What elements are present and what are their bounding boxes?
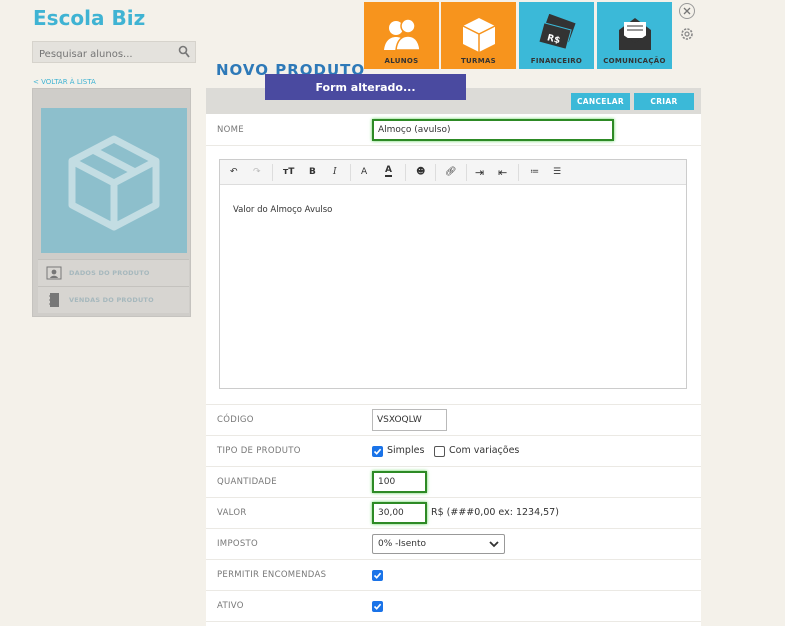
cancel-button[interactable]: CANCELAR [571,93,630,110]
divider [206,621,701,622]
separator [435,164,436,181]
font-size-icon[interactable]: ᴛT [283,165,294,179]
divider [206,559,701,560]
valor-input[interactable]: 30,00 [372,502,427,524]
create-button[interactable]: CRIAR [634,93,694,110]
search-icon[interactable] [178,45,190,59]
link-icon[interactable]: 🔗︎ [445,165,456,179]
encomendas-label: PERMITIR ENCOMENDAS [217,570,327,580]
gear-icon[interactable] [678,25,696,43]
undo-icon[interactable]: ↶ [230,165,238,179]
codigo-input[interactable]: VSXOQLW [372,409,447,431]
notebook-icon [49,293,59,307]
variacoes-checkbox[interactable] [434,446,445,457]
nav-financeiro-button[interactable]: R$ FINANCEIRO [519,2,594,69]
ativo-label: ATIVO [217,601,244,611]
search-box[interactable] [32,41,196,65]
money-icon: R$ [537,14,576,50]
sidebar-item-label: VENDAS DO PRODUTO [69,296,154,304]
indent-icon[interactable]: ⇥ [475,165,484,179]
nav-turmas-button[interactable]: TURMAS [441,2,516,69]
bold-icon[interactable]: B [309,165,316,179]
tipo-label: TIPO DE PRODUTO [217,446,301,456]
codigo-label: CÓDIGO [217,415,254,425]
simples-checkbox[interactable] [372,446,383,457]
search-input[interactable] [33,44,173,65]
sidebar-item-vendas-produto[interactable]: VENDAS DO PRODUTO [38,286,189,313]
editor-content[interactable]: Valor do Almoço Avulso [233,205,332,215]
description-editor[interactable]: ↶ ↷ ᴛT B I A A ☻ 🔗︎ ⇥ ⇤ ≔ ☰ Valor do Alm… [219,159,687,389]
bullet-list-icon[interactable]: ☰ [553,165,561,179]
box-icon [462,18,495,52]
editor-toolbar: ↶ ↷ ᴛT B I A A ☻ 🔗︎ ⇥ ⇤ ≔ ☰ [220,160,686,185]
id-card-icon [46,266,62,280]
imposto-label: IMPOSTO [217,539,259,549]
highlight-color-icon[interactable]: A [385,165,392,177]
chevron-down-icon [489,541,499,548]
divider [206,497,701,498]
divider [206,528,701,529]
quantidade-input[interactable]: 100 [372,471,427,493]
italic-icon[interactable]: I [333,165,337,179]
divider [206,435,701,436]
outdent-icon[interactable]: ⇤ [498,165,507,179]
sidebar-item-dados-produto[interactable]: DADOS DO PRODUTO [38,259,189,286]
nome-label: NOME [217,125,244,135]
divider [206,466,701,467]
nav-label: FINANCEIRO [530,57,583,65]
variacoes-label[interactable]: Com variações [449,445,519,456]
sidebar-item-label: DADOS DO PRODUTO [69,269,150,277]
valor-hint: R$ (###0,00 ex: 1234,57) [431,507,559,518]
product-image[interactable] [41,108,187,253]
imposto-selected-value: 0% -Isento [378,539,427,549]
encomendas-checkbox[interactable] [372,570,383,581]
ordered-list-icon[interactable]: ≔ [530,165,539,179]
back-to-list-link[interactable]: < VOLTAR À LISTA [33,78,96,86]
simples-label[interactable]: Simples [387,445,424,456]
nav-comunicacao-button[interactable]: COMUNICAÇÃO [597,2,672,69]
quantidade-label: QUANTIDADE [217,477,277,487]
text-color-icon[interactable]: A [361,165,367,179]
nav-label: TURMAS [460,57,497,65]
divider [206,145,701,146]
ativo-checkbox[interactable] [372,601,383,612]
box-icon [68,135,160,230]
imposto-select[interactable]: 0% -Isento [372,534,505,554]
toast-message: Form alterado... [265,74,466,100]
nav-label: ALUNOS [384,57,419,65]
close-icon[interactable] [678,2,696,20]
divider [206,590,701,591]
app-logo[interactable]: Escola Biz [33,6,145,30]
nav-label: COMUNICAÇÃO [603,57,666,65]
separator [405,164,406,181]
separator [350,164,351,181]
valor-label: VALOR [217,508,247,518]
separator [466,164,467,181]
divider [206,404,701,405]
nome-input[interactable]: Almoço (avulso) [372,119,614,141]
separator [518,164,519,181]
emoji-icon[interactable]: ☻ [416,165,425,179]
separator [272,164,273,181]
nav-alunos-button[interactable]: ALUNOS [364,2,439,69]
redo-icon[interactable]: ↷ [253,165,261,179]
envelope-icon [618,18,651,50]
students-icon [383,18,421,51]
